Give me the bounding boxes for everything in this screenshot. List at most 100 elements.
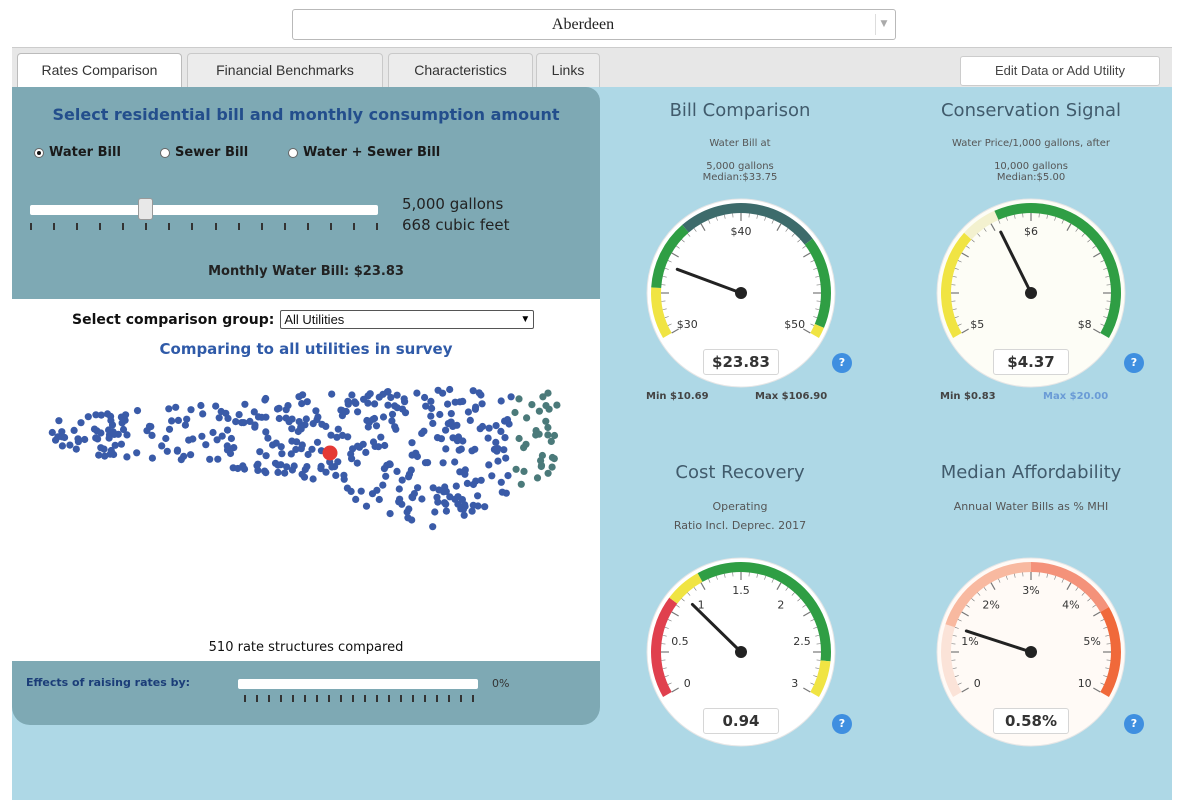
utility-dot[interactable]: [282, 414, 290, 422]
utility-dot[interactable]: [172, 403, 180, 411]
utility-dot[interactable]: [461, 466, 469, 474]
utility-dot[interactable]: [504, 472, 512, 480]
utility-dot[interactable]: [431, 508, 439, 516]
utility-dot[interactable]: [269, 441, 277, 449]
utility-dot[interactable]: [256, 448, 264, 456]
utility-dot[interactable]: [215, 414, 223, 422]
utility-dot[interactable]: [312, 407, 320, 415]
utility-dot[interactable]: [511, 408, 519, 417]
utility-dot[interactable]: [357, 487, 365, 495]
conservation-signal-help-icon[interactable]: ?: [1124, 353, 1144, 373]
utility-dot[interactable]: [497, 427, 505, 435]
utility-dot[interactable]: [474, 502, 482, 510]
utility-dot[interactable]: [48, 428, 56, 437]
utility-dot[interactable]: [400, 395, 408, 403]
utility-dot[interactable]: [501, 434, 509, 442]
utility-dot[interactable]: [277, 461, 285, 469]
utility-dot[interactable]: [379, 413, 388, 421]
utility-dot[interactable]: [314, 413, 322, 421]
utility-dot[interactable]: [309, 420, 317, 428]
comparison-group-select[interactable]: All Utilities ▼: [280, 310, 535, 329]
utility-dot[interactable]: [234, 464, 242, 473]
utility-dot[interactable]: [241, 400, 249, 408]
edit-data-button[interactable]: Edit Data or Add Utility: [960, 56, 1160, 86]
utility-dot[interactable]: [442, 426, 450, 434]
bill-comparison-help-icon[interactable]: ?: [832, 353, 852, 373]
utility-dot[interactable]: [381, 441, 389, 450]
utility-dot[interactable]: [408, 439, 416, 447]
utility-dot[interactable]: [393, 391, 401, 399]
tab-links[interactable]: Links: [536, 53, 600, 88]
utility-dot[interactable]: [308, 445, 316, 453]
utility-dot[interactable]: [340, 471, 348, 479]
utility-dot[interactable]: [84, 413, 92, 421]
utility-dot[interactable]: [393, 467, 401, 475]
utility-dot[interactable]: [550, 455, 558, 463]
utility-dot[interactable]: [403, 508, 411, 516]
utility-dot[interactable]: [66, 441, 74, 449]
utility-dot[interactable]: [288, 425, 296, 433]
utility-dot[interactable]: [97, 411, 105, 419]
tab-rates-comparison[interactable]: Rates Comparison: [17, 53, 182, 89]
utility-dot[interactable]: [395, 498, 403, 506]
utility-dot[interactable]: [485, 424, 493, 432]
utility-dot[interactable]: [232, 418, 240, 426]
utility-dot[interactable]: [398, 476, 406, 484]
utility-dot[interactable]: [410, 490, 418, 498]
utility-dot[interactable]: [206, 455, 214, 463]
utility-dot[interactable]: [492, 422, 500, 430]
utility-dot[interactable]: [107, 412, 115, 420]
utility-dot[interactable]: [148, 431, 156, 439]
utility-dot[interactable]: [105, 434, 113, 442]
utility-dot[interactable]: [317, 462, 325, 470]
utility-dot[interactable]: [439, 389, 447, 397]
utility-dot[interactable]: [380, 465, 388, 473]
utility-dot[interactable]: [214, 455, 222, 463]
utility-dot[interactable]: [544, 423, 552, 432]
utility-dot[interactable]: [74, 435, 82, 443]
utility-dot[interactable]: [544, 431, 552, 439]
utility-select[interactable]: Aberdeen ▼: [292, 9, 896, 40]
utility-dot[interactable]: [494, 457, 502, 465]
utility-dot[interactable]: [148, 454, 156, 462]
utility-dot[interactable]: [348, 391, 356, 399]
utility-dot[interactable]: [498, 488, 506, 496]
utility-dot[interactable]: [348, 455, 356, 463]
utility-dot[interactable]: [275, 414, 283, 423]
utility-dot[interactable]: [189, 435, 197, 443]
utility-dot[interactable]: [258, 413, 266, 421]
chevron-down-icon[interactable]: ▼: [875, 14, 892, 35]
utility-dot[interactable]: [478, 422, 487, 431]
utility-dot[interactable]: [122, 411, 130, 419]
utility-dot[interactable]: [173, 447, 181, 455]
utility-dot[interactable]: [515, 395, 523, 403]
utility-dot[interactable]: [240, 419, 248, 427]
consumption-slider-handle[interactable]: [137, 198, 153, 220]
utility-dot[interactable]: [158, 442, 166, 450]
utility-dot[interactable]: [251, 421, 259, 429]
utility-dot[interactable]: [332, 471, 340, 479]
utility-dot[interactable]: [334, 425, 342, 433]
utility-dot[interactable]: [418, 495, 426, 503]
utility-dot[interactable]: [550, 431, 559, 440]
utility-dot[interactable]: [274, 468, 282, 476]
utility-dot[interactable]: [537, 461, 546, 469]
utility-dot[interactable]: [105, 426, 113, 434]
utility-dot[interactable]: [515, 434, 523, 443]
utility-dot[interactable]: [163, 447, 171, 455]
utility-dot[interactable]: [222, 409, 230, 417]
utility-dot[interactable]: [290, 462, 298, 470]
utility-dot[interactable]: [468, 507, 476, 515]
utility-dot[interactable]: [81, 435, 89, 444]
utility-dot[interactable]: [377, 433, 385, 441]
utility-dot[interactable]: [469, 480, 477, 489]
utility-dot[interactable]: [226, 449, 235, 458]
utility-dot[interactable]: [362, 448, 370, 456]
utility-dot[interactable]: [123, 453, 131, 461]
utility-dot[interactable]: [303, 463, 311, 471]
utility-dot[interactable]: [535, 407, 544, 415]
utility-dot[interactable]: [145, 422, 154, 430]
utility-dot[interactable]: [282, 406, 290, 414]
utility-dot[interactable]: [298, 400, 306, 408]
utility-dot[interactable]: [277, 443, 285, 451]
